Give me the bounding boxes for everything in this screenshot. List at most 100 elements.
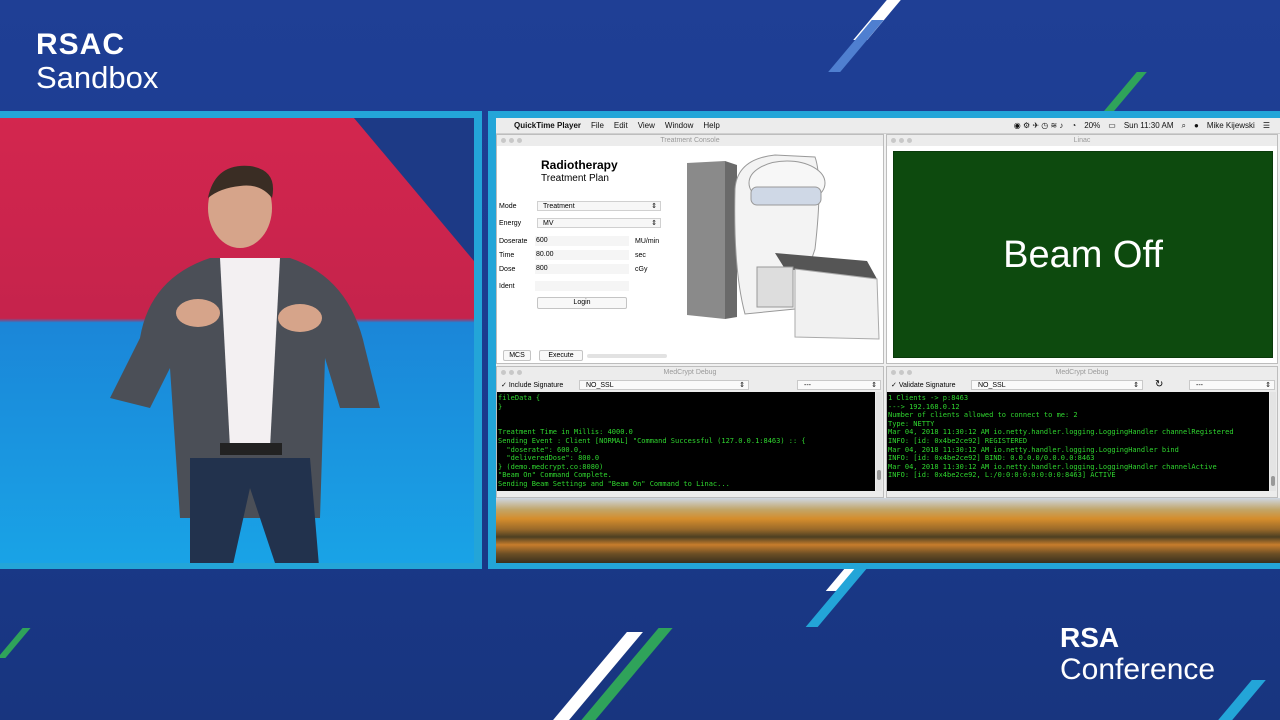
time-input[interactable]: 80.00	[535, 250, 629, 260]
ident-label: Ident	[499, 283, 515, 290]
refresh-icon[interactable]: ↻	[1155, 379, 1163, 390]
secondary-select-value: ---	[804, 382, 811, 389]
mac-desktop: QuickTime Player File Edit View Window H…	[496, 118, 1280, 563]
screen-share-frame: QuickTime Player File Edit View Window H…	[488, 111, 1280, 569]
linac-window: Linac Beam Off	[886, 134, 1278, 364]
secondary-select[interactable]: --- ⇕	[797, 380, 881, 390]
wifi-icon[interactable]: ◔	[1071, 121, 1076, 130]
debug-left-scrollbar[interactable]	[876, 392, 882, 491]
speaker-figure	[110, 165, 380, 563]
window-title: Linac	[1073, 137, 1091, 144]
chevron-updown-icon: ⇕	[871, 382, 877, 389]
medcrypt-debug-left-window: MedCrypt Debug ✓ Include Signature NO_SS…	[496, 366, 884, 498]
scroll-thumb[interactable]	[877, 470, 881, 480]
menu-view[interactable]: View	[638, 121, 655, 130]
speaker-video	[0, 118, 474, 563]
window-controls[interactable]	[891, 138, 912, 143]
ident-input[interactable]	[535, 281, 629, 291]
menu-window[interactable]: Window	[665, 121, 693, 130]
chevron-updown-icon: ⇕	[651, 220, 657, 227]
secondary-select[interactable]: --- ⇕	[1189, 380, 1275, 390]
ssl-select[interactable]: NO_SSL ⇕	[579, 380, 749, 390]
secondary-select-value: ---	[1196, 382, 1203, 389]
rsac-sandbox-logo: RSAC Sandbox	[36, 30, 158, 96]
window-title: Treatment Console	[660, 137, 720, 144]
menu-edit[interactable]: Edit	[614, 121, 628, 130]
user-name[interactable]: Mike Kijewski	[1207, 121, 1255, 130]
login-button[interactable]: Login	[537, 297, 627, 309]
scroll-thumb[interactable]	[1271, 476, 1275, 486]
beam-status-panel: Beam Off	[893, 151, 1273, 358]
execute-button[interactable]: Execute	[539, 350, 583, 361]
progress-bar	[587, 354, 667, 358]
window-title: MedCrypt Debug	[1055, 369, 1109, 376]
dose-label: Dose	[499, 266, 516, 273]
dose-input[interactable]: 800	[535, 264, 629, 274]
treatment-console-titlebar[interactable]: Treatment Console	[497, 135, 883, 146]
debug-right-log[interactable]: 1 Clients -> p:8463 ---> 192.168.0.12 Nu…	[887, 392, 1269, 491]
energy-label: Energy	[499, 220, 522, 227]
doserate-unit: MU/min	[635, 238, 660, 245]
energy-value: MV	[543, 220, 554, 227]
status-area: ◉ ⚙ ✈ ◷ ≋ ♪ ◔ 20% ▭ Sun 11:30 AM ⌕ ● Mik…	[1014, 121, 1280, 131]
logo-line-1: RSAC	[36, 28, 126, 61]
debug-right-titlebar[interactable]: MedCrypt Debug	[887, 367, 1277, 378]
treatment-console-window: Treatment Console Radiotherapy Treatment…	[496, 134, 884, 364]
mode-value: Treatment	[543, 203, 575, 210]
window-controls[interactable]	[501, 138, 522, 143]
plan-title: Radiotherapy	[541, 158, 618, 172]
include-signature-checkbox[interactable]: ✓ Include Signature	[501, 381, 563, 389]
beam-status: Beam Off	[1003, 234, 1163, 276]
rsa-conference-logo: RSA Conference	[1060, 624, 1215, 688]
conference-logo-line-1: RSA	[1060, 622, 1120, 653]
ssl-select-value: NO_SSL	[978, 382, 1006, 389]
plan-subtitle: Treatment Plan	[541, 173, 609, 184]
debug-right-toolbar: ✓ Validate Signature NO_SSL ⇕ ↻ --- ⇕	[887, 378, 1277, 392]
debug-left-titlebar[interactable]: MedCrypt Debug	[497, 367, 883, 378]
spotlight-icon[interactable]: ⌕	[1181, 121, 1185, 131]
notification-center-icon[interactable]: ☰	[1263, 121, 1270, 130]
menu-file[interactable]: File	[591, 121, 604, 130]
chevron-updown-icon: ⇕	[1265, 382, 1271, 389]
debug-left-toolbar: ✓ Include Signature NO_SSL ⇕ --- ⇕	[497, 378, 883, 392]
time-unit: sec	[635, 252, 646, 259]
status-icons[interactable]: ◉ ⚙ ✈ ◷ ≋ ♪	[1014, 121, 1064, 130]
clock[interactable]: Sun 11:30 AM	[1124, 121, 1174, 130]
chevron-updown-icon: ⇕	[739, 382, 745, 389]
mac-menubar: QuickTime Player File Edit View Window H…	[496, 118, 1280, 134]
doserate-label: Doserate	[499, 238, 528, 245]
energy-select[interactable]: MV ⇕	[537, 218, 661, 228]
debug-right-scrollbar[interactable]	[1270, 392, 1276, 491]
ssl-select[interactable]: NO_SSL ⇕	[971, 380, 1143, 390]
window-controls[interactable]	[501, 370, 522, 375]
checkmark-icon: ✓	[891, 382, 897, 389]
menu-help[interactable]: Help	[703, 121, 719, 130]
siri-icon[interactable]: ●	[1194, 121, 1199, 130]
battery-percent: 20%	[1084, 121, 1101, 130]
window-title: MedCrypt Debug	[663, 369, 717, 376]
logo-line-2: Sandbox	[36, 60, 159, 95]
linac-titlebar[interactable]: Linac	[887, 135, 1277, 146]
desktop-wallpaper	[496, 498, 1280, 563]
dose-unit: cGy	[635, 266, 648, 273]
mcs-button[interactable]: MCS	[503, 350, 531, 361]
mode-select[interactable]: Treatment ⇕	[537, 201, 661, 211]
doserate-input[interactable]: 600	[535, 236, 629, 246]
include-signature-label: Include Signature	[508, 382, 564, 389]
speaker-video-frame	[0, 111, 482, 569]
mode-label: Mode	[499, 203, 517, 210]
checkmark-icon: ✓	[501, 382, 507, 389]
chevron-updown-icon: ⇕	[1133, 382, 1139, 389]
validate-signature-checkbox[interactable]: ✓ Validate Signature	[891, 381, 956, 389]
validate-signature-label: Validate Signature	[898, 382, 956, 389]
time-label: Time	[499, 252, 515, 259]
ssl-select-value: NO_SSL	[586, 382, 614, 389]
window-controls[interactable]	[891, 370, 912, 375]
chevron-updown-icon: ⇕	[651, 203, 657, 210]
conference-logo-line-2: Conference	[1060, 653, 1216, 686]
battery-icon[interactable]: ▭	[1108, 121, 1116, 130]
app-menu[interactable]: QuickTime Player	[514, 121, 581, 130]
debug-left-log[interactable]: fileData { } Treatment Time in Millis: 4…	[497, 392, 875, 491]
medcrypt-debug-right-window: MedCrypt Debug ✓ Validate Signature NO_S…	[886, 366, 1278, 498]
linac-machine-illustration	[687, 154, 880, 340]
